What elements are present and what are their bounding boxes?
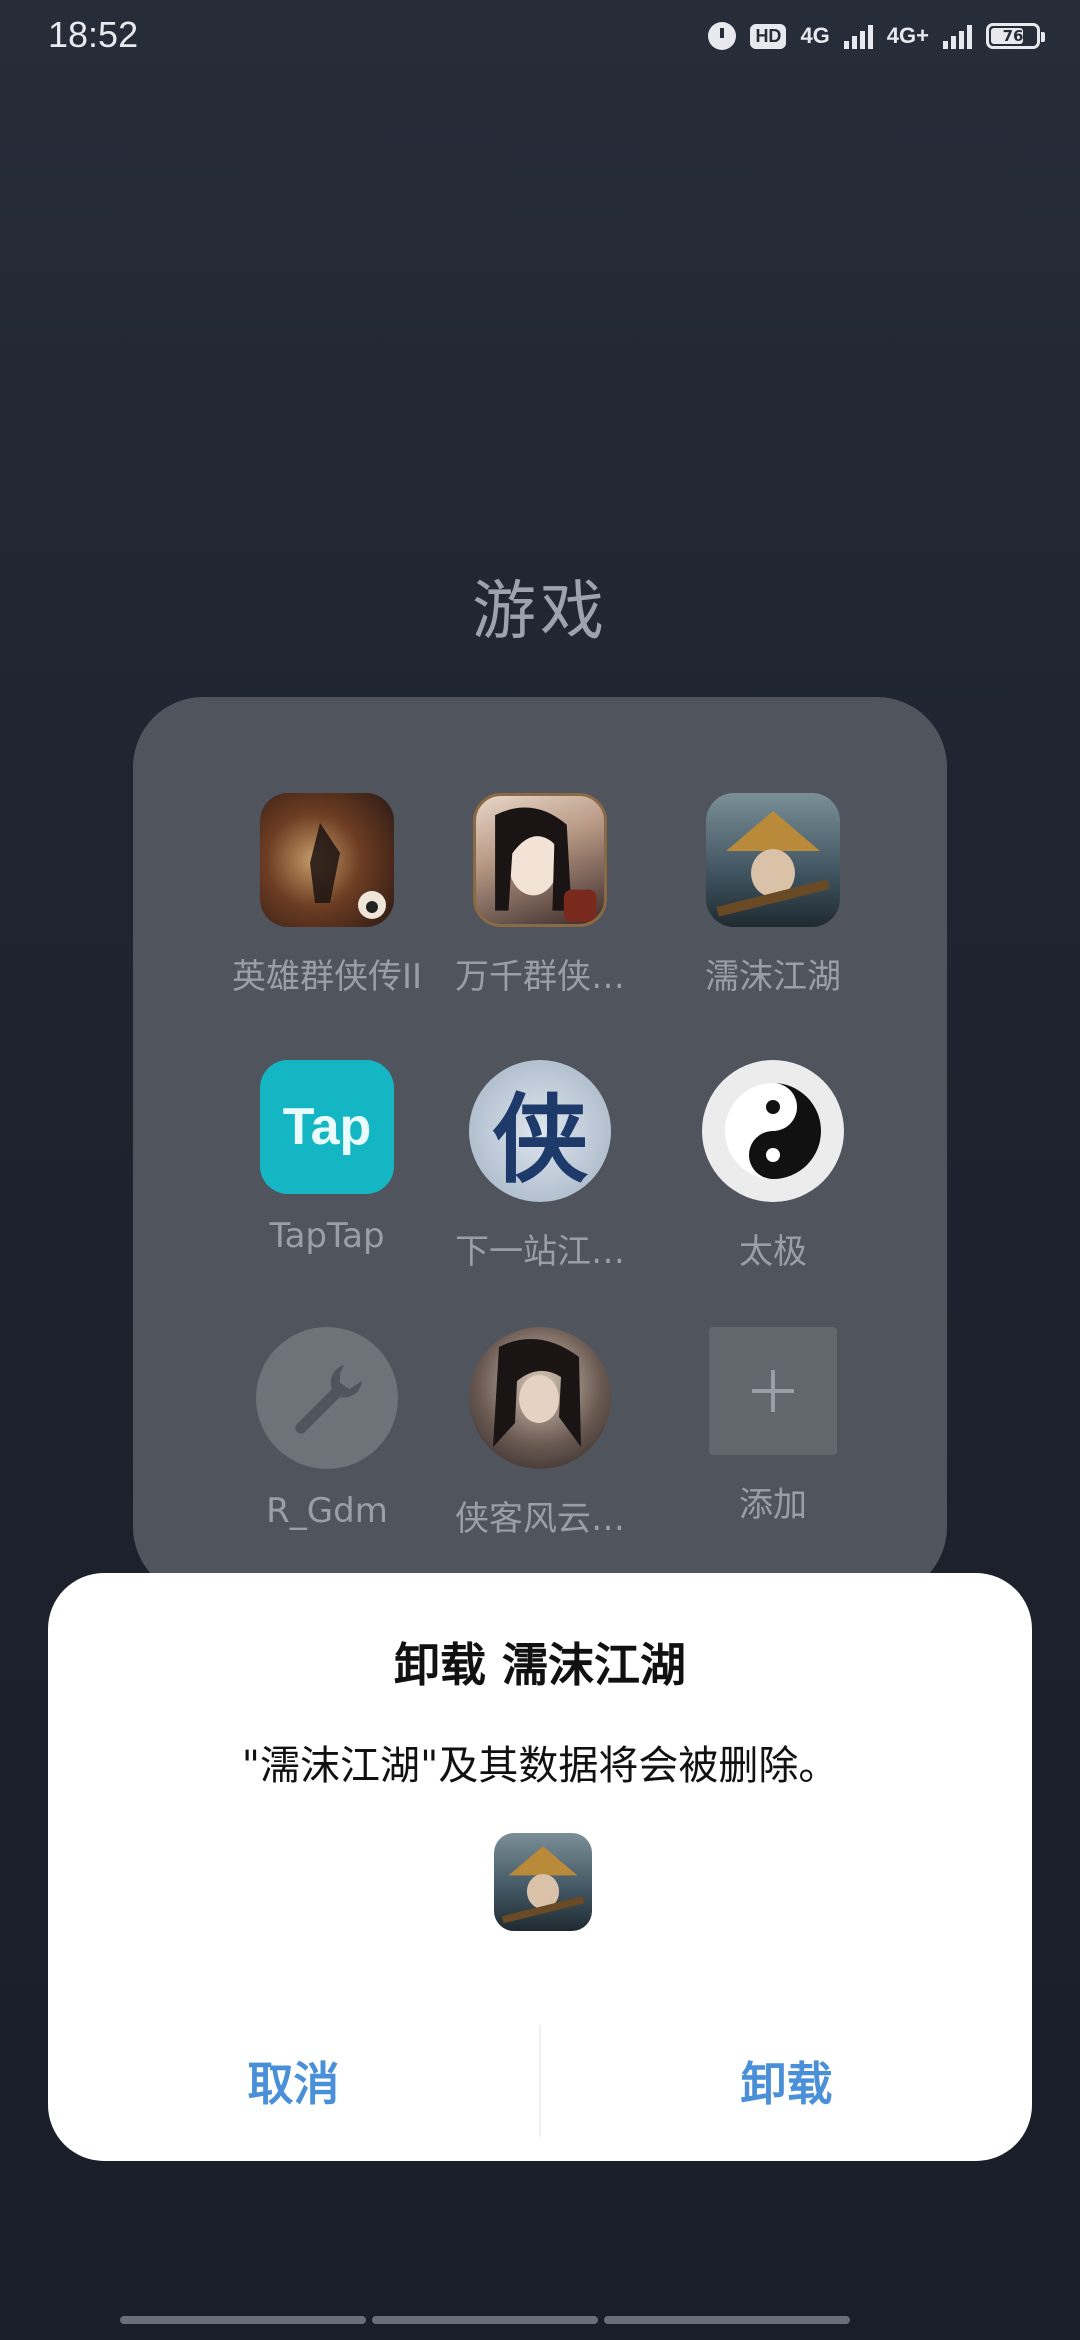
network-type-1: 4G <box>800 23 830 48</box>
nav-segment <box>372 2316 598 2324</box>
app-item[interactable]: 太极 <box>663 1060 883 1273</box>
app-label: 添加 <box>739 1485 807 1525</box>
uninstall-button[interactable]: 卸载 <box>541 2001 1032 2161</box>
app-label: 英雄群侠传II <box>231 957 423 997</box>
app-folder: 英雄群侠传II 万千群侠… 濡沫江湖 Tap TapTap 侠 下一站江… 太极… <box>133 697 947 1597</box>
app-label: TapTap <box>269 1216 385 1256</box>
taptap-icon-text: Tap <box>282 1098 372 1156</box>
signal-icon <box>843 23 873 49</box>
app-item[interactable]: 濡沫江湖 <box>663 793 883 998</box>
game-xia-icon: 侠 <box>469 1060 611 1202</box>
status-bar: 18:52 HD 4G 4G+ 76 <box>0 0 1080 80</box>
game-hero-icon <box>260 793 394 927</box>
dialog-app-icon <box>494 1833 592 1931</box>
app-label: 万千群侠… <box>455 957 625 997</box>
nav-segment <box>604 2316 850 2324</box>
game-swordsman-icon <box>706 793 840 927</box>
status-icons: HD 4G 4G+ 76 <box>708 22 1045 50</box>
wrench-icon <box>256 1327 398 1469</box>
add-icon <box>709 1327 837 1455</box>
app-item[interactable]: Tap TapTap <box>217 1060 437 1256</box>
battery-icon: 76 <box>986 23 1045 49</box>
app-item[interactable]: 英雄群侠传II <box>217 793 437 998</box>
dialog-buttons: 取消 卸载 <box>48 2001 1032 2161</box>
game-lady-icon <box>473 793 607 927</box>
xia-glyph: 侠 <box>492 1082 588 1196</box>
app-label: R_Gdm <box>266 1491 388 1531</box>
dialog-message: "濡沫江湖"及其数据将会被删除。 <box>241 1743 839 1789</box>
status-time: 18:52 <box>48 14 139 55</box>
app-item[interactable]: 添加 <box>663 1327 883 1526</box>
hd-icon: HD <box>750 23 787 49</box>
gesture-nav-bar[interactable] <box>120 2316 850 2324</box>
dialog-title: 卸载 濡沫江湖 <box>393 1638 686 1692</box>
app-item[interactable]: 万千群侠… <box>430 793 650 998</box>
cancel-button[interactable]: 取消 <box>48 2001 539 2161</box>
app-label: 侠客风云… <box>455 1499 625 1539</box>
uninstall-dialog: 卸载 濡沫江湖 "濡沫江湖"及其数据将会被删除。 取消 卸载 <box>48 1573 1032 2161</box>
app-item[interactable]: R_Gdm <box>217 1327 437 1531</box>
app-label: 太极 <box>739 1232 807 1272</box>
nav-segment <box>120 2316 366 2324</box>
taichi-icon <box>702 1060 844 1202</box>
app-item[interactable]: 侠客风云… <box>430 1327 650 1540</box>
app-item[interactable]: 侠 下一站江… <box>430 1060 650 1273</box>
signal-icon-2 <box>943 23 972 49</box>
folder-title[interactable]: 游戏 <box>0 560 1080 652</box>
taptap-icon: Tap <box>260 1060 394 1194</box>
battery-percent: 76 <box>1002 27 1024 45</box>
app-label: 下一站江… <box>455 1232 625 1272</box>
alarm-icon <box>708 22 737 50</box>
game-warrior-icon <box>469 1327 611 1469</box>
app-label: 濡沫江湖 <box>705 957 841 997</box>
network-type-2: 4G+ <box>886 23 929 48</box>
